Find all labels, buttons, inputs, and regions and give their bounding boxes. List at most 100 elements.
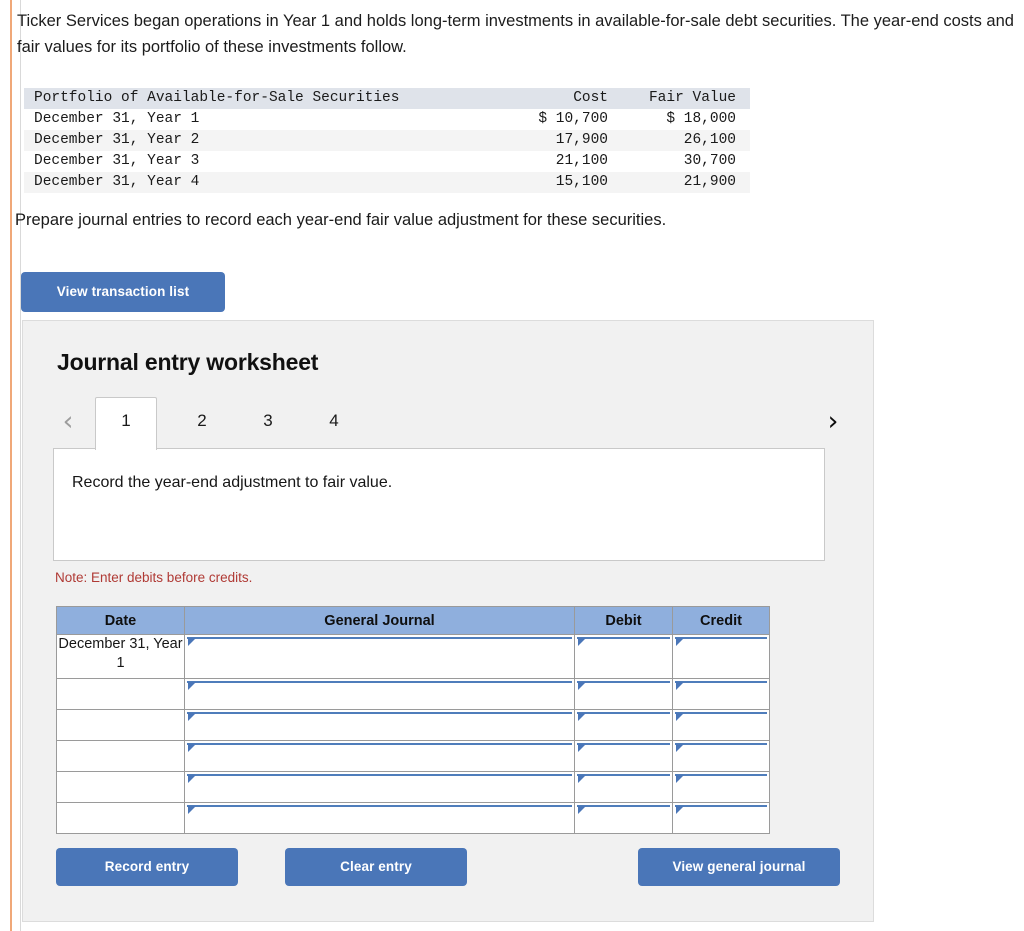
journal-credit-input[interactable] [675,681,767,690]
tab-1[interactable]: 1 [95,397,157,450]
portfolio-row-fair-value: 21,900 [683,174,736,190]
tab-2[interactable]: 2 [171,397,233,450]
journal-header-debit: Debit [574,606,673,635]
journal-account-input[interactable] [187,637,572,646]
worksheet-tab-strip: ‹ 1 2 3 4 › [53,397,848,450]
table-row: December 31, Year 1 $ 10,700 $ 18,000 [24,109,750,130]
table-row [56,802,770,834]
intro-paragraph: Ticker Services began operations in Year… [17,12,1014,56]
chevron-right-icon[interactable]: › [818,404,848,440]
journal-table-head: Date General Journal Debit Credit [56,606,770,635]
portfolio-header-fair-value: Fair Value [648,90,736,106]
cell-flag-icon [676,775,684,783]
journal-account-cell[interactable] [184,802,575,834]
journal-date-cell [56,709,185,741]
journal-debit-cell[interactable] [574,771,673,803]
cell-flag-icon [676,682,684,690]
journal-debit-cell[interactable] [574,678,673,710]
journal-credit-cell[interactable] [672,709,770,741]
gray-rail-decoration [20,0,21,931]
journal-header-general-journal: General Journal [184,606,575,635]
cell-flag-icon [676,806,684,814]
cell-flag-icon [188,638,196,646]
journal-credit-input[interactable] [675,712,767,721]
journal-credit-cell[interactable] [672,740,770,772]
cell-flag-icon [578,775,586,783]
orange-rail-decoration [10,0,12,931]
portfolio-table-body: December 31, Year 1 $ 10,700 $ 18,000 De… [24,109,750,193]
view-general-journal-button[interactable]: View general journal [638,848,840,886]
journal-account-cell[interactable] [184,740,575,772]
portfolio-row-cost: $ 10,700 [538,111,608,127]
journal-header-row: Date General Journal Debit Credit [56,606,770,635]
table-row: December 31, Year 1 [56,634,770,679]
journal-account-input[interactable] [187,743,572,752]
portfolio-row-cost: 17,900 [555,132,608,148]
journal-account-input[interactable] [187,681,572,690]
journal-account-cell[interactable] [184,709,575,741]
journal-credit-cell[interactable] [672,678,770,710]
cell-flag-icon [188,806,196,814]
portfolio-table-head: Portfolio of Available-for-Sale Securiti… [24,88,750,109]
journal-table-body: December 31, Year 1 [56,634,770,834]
journal-credit-cell[interactable] [672,634,770,679]
prompt-text: Prepare journal entries to record each y… [15,211,667,229]
journal-debit-cell[interactable] [574,709,673,741]
chevron-left-icon[interactable]: ‹ [53,404,83,440]
journal-entry-table: Date General Journal Debit Credit Decemb… [56,606,770,834]
portfolio-row-label: December 31, Year 3 [34,153,200,169]
journal-debit-input[interactable] [577,774,670,783]
page-root: Ticker Services began operations in Year… [0,0,1024,931]
journal-account-input[interactable] [187,712,572,721]
portfolio-header-cost: Cost [573,90,608,106]
journal-debit-input[interactable] [577,681,670,690]
journal-debit-input[interactable] [577,743,670,752]
view-transaction-list-button[interactable]: View transaction list [21,272,225,312]
page-title: Journal entry worksheet [57,349,319,375]
journal-credit-input[interactable] [675,637,767,646]
cell-flag-icon [676,638,684,646]
cell-flag-icon [188,744,196,752]
journal-account-cell[interactable] [184,771,575,803]
journal-account-cell[interactable] [184,634,575,679]
journal-debit-input[interactable] [577,805,670,814]
portfolio-row-label: December 31, Year 2 [34,132,200,148]
journal-date-cell: December 31, Year 1 [56,634,185,679]
journal-account-input[interactable] [187,805,572,814]
table-row [56,678,770,710]
journal-credit-input[interactable] [675,743,767,752]
portfolio-row-cost: 21,100 [555,153,608,169]
portfolio-header-label: Portfolio of Available-for-Sale Securiti… [34,90,400,106]
cell-flag-icon [578,682,586,690]
journal-debit-input[interactable] [577,637,670,646]
journal-debit-input[interactable] [577,712,670,721]
journal-account-cell[interactable] [184,678,575,710]
journal-credit-input[interactable] [675,805,767,814]
clear-entry-button[interactable]: Clear entry [285,848,467,886]
tab-3[interactable]: 3 [237,397,299,450]
journal-account-input[interactable] [187,774,572,783]
journal-date-cell [56,771,185,803]
journal-credit-input[interactable] [675,774,767,783]
cell-flag-icon [578,744,586,752]
journal-date-cell [56,740,185,772]
table-row: December 31, Year 3 21,100 30,700 [24,151,750,172]
table-row: December 31, Year 4 15,100 21,900 [24,172,750,193]
journal-debit-cell[interactable] [574,634,673,679]
portfolio-row-fair-value: 30,700 [683,153,736,169]
record-entry-button[interactable]: Record entry [56,848,238,886]
table-row [56,771,770,803]
portfolio-row-fair-value: $ 18,000 [666,111,736,127]
journal-debit-cell[interactable] [574,802,673,834]
portfolio-row-fair-value: 26,100 [683,132,736,148]
portfolio-row-label: December 31, Year 4 [34,174,200,190]
tab-4[interactable]: 4 [303,397,365,450]
journal-entry-worksheet-panel: Journal entry worksheet ‹ 1 2 3 4 › Reco… [22,320,874,922]
instruction-text: Record the year-end adjustment to fair v… [72,474,393,491]
table-row: December 31, Year 2 17,900 26,100 [24,130,750,151]
journal-debit-cell[interactable] [574,740,673,772]
journal-credit-cell[interactable] [672,771,770,803]
journal-date-cell [56,678,185,710]
journal-credit-cell[interactable] [672,802,770,834]
debits-before-credits-note: Note: Enter debits before credits. [55,570,253,585]
